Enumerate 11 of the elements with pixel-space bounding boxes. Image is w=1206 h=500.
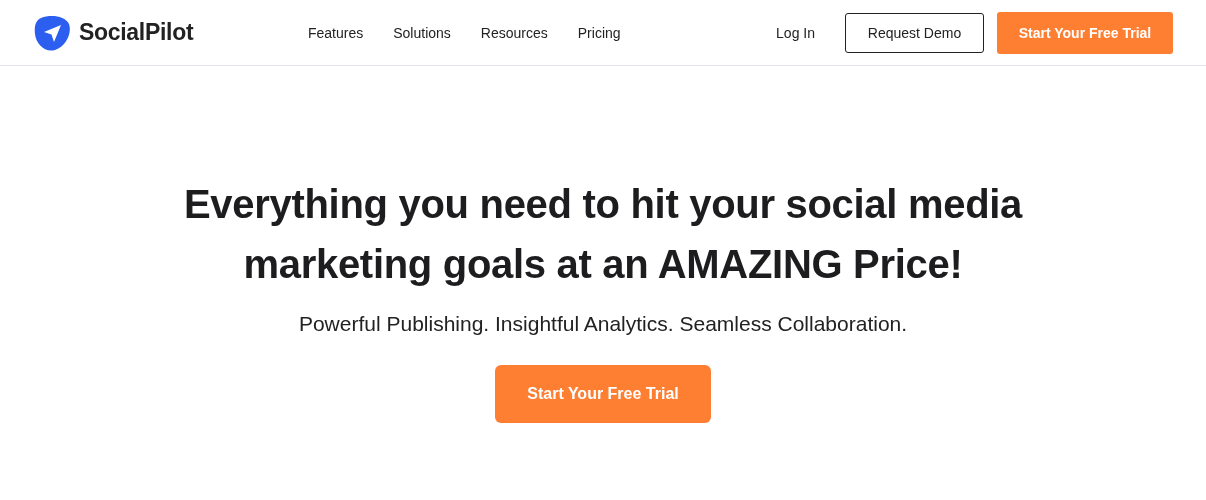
nav-link[interactable]: Solutions <box>393 24 451 41</box>
nav-link[interactable]: Resources <box>480 24 548 41</box>
hero-heading: Everything you need to hit your social media <box>183 181 1023 228</box>
hero-subtitle: Powerful Publishing. Insightful Analytics. Seamless Collaboration. <box>298 312 908 336</box>
request-demo-button[interactable]: Request Demo <box>845 12 984 53</box>
login-link[interactable]: Log In <box>776 24 815 41</box>
brand-name: SocialPilot <box>79 19 194 46</box>
nav-link[interactable]: Features <box>308 24 364 41</box>
nav-link[interactable]: Pricing <box>577 24 621 41</box>
hero-heading: marketing goals at an AMAZING Price! <box>242 241 964 288</box>
logo-icon <box>33 13 71 52</box>
